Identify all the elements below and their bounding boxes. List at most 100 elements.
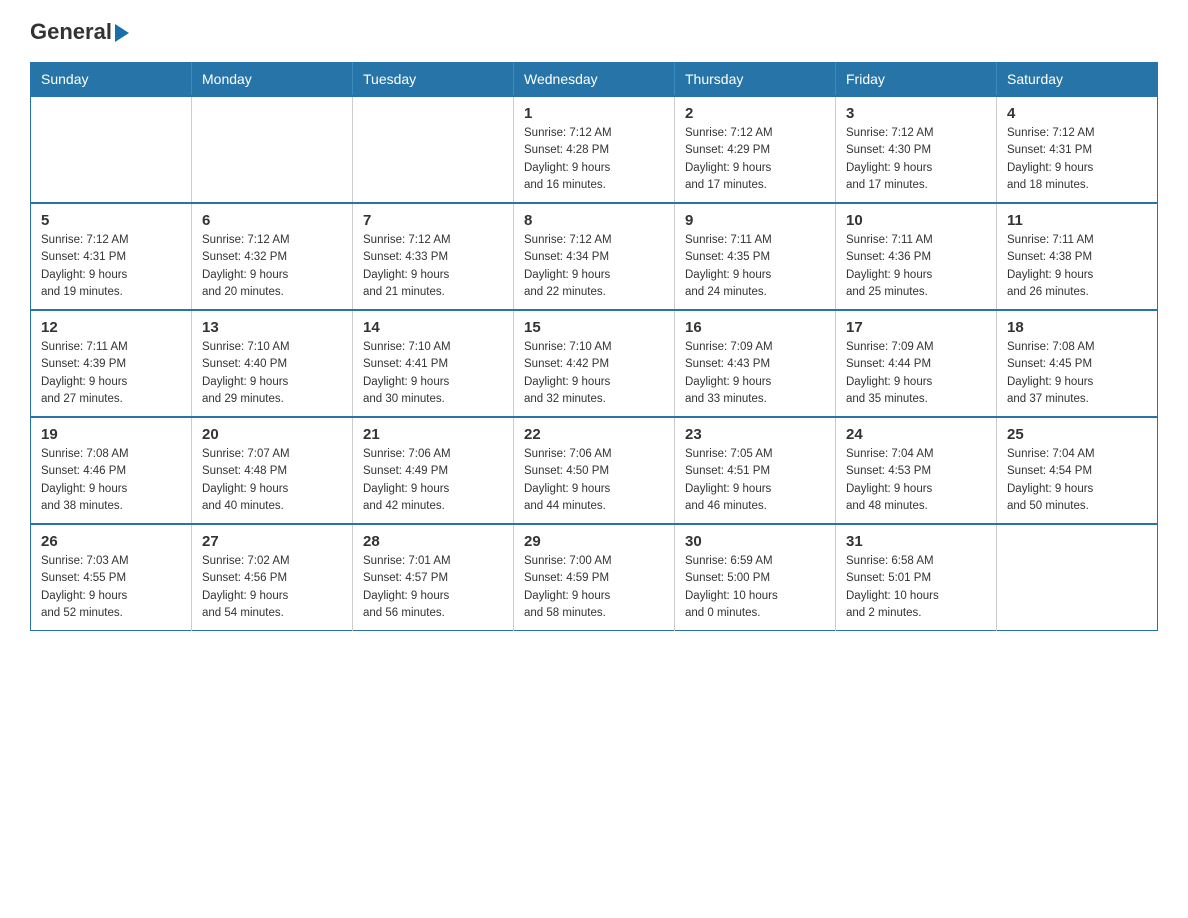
logo-general-text: General <box>30 20 129 44</box>
day-number: 21 <box>363 426 503 443</box>
day-info: Sunrise: 7:02 AMSunset: 4:56 PMDaylight:… <box>202 553 342 622</box>
calendar-day-12: 12Sunrise: 7:11 AMSunset: 4:39 PMDayligh… <box>31 310 192 417</box>
day-info: Sunrise: 6:59 AMSunset: 5:00 PMDaylight:… <box>685 553 825 622</box>
day-number: 8 <box>524 212 664 229</box>
calendar-empty-cell <box>31 96 192 203</box>
day-info: Sunrise: 7:09 AMSunset: 4:43 PMDaylight:… <box>685 339 825 408</box>
day-info: Sunrise: 7:07 AMSunset: 4:48 PMDaylight:… <box>202 446 342 515</box>
day-number: 1 <box>524 105 664 122</box>
calendar-day-15: 15 Sunrise: 7:10 AMSunset: 4:42 PMDayligh… <box>514 310 675 417</box>
day-number: 4 <box>1007 105 1147 122</box>
calendar-empty-cell <box>192 96 353 203</box>
logo: General <box>30 20 129 44</box>
day-number: 5 <box>41 212 181 229</box>
day-number: 15 <box>524 319 664 336</box>
day-number: 12 <box>41 319 181 336</box>
day-info: Sunrise: 7:06 AMSunset: 4:49 PMDaylight:… <box>363 446 503 515</box>
day-info: Sunrise: 7:09 AMSunset: 4:44 PMDaylight:… <box>846 339 986 408</box>
calendar-week-row: 1 Sunrise: 7:12 AMSunset: 4:28 PMDaylight… <box>31 96 1158 203</box>
calendar-day-14: 14 Sunrise: 7:10 AMSunset: 4:41 PMDayligh… <box>353 310 514 417</box>
day-number: 25 <box>1007 426 1147 443</box>
day-number: 17 <box>846 319 986 336</box>
day-number: 29 <box>524 533 664 550</box>
weekday-header-wednesday: Wednesday <box>514 63 675 97</box>
calendar-day-16: 16 Sunrise: 7:09 AMSunset: 4:43 PMDayligh… <box>675 310 836 417</box>
day-number: 3 <box>846 105 986 122</box>
calendar-day-10: 10Sunrise: 7:11 AMSunset: 4:36 PMDayligh… <box>836 203 997 310</box>
calendar-day-20: 20Sunrise: 7:07 AMSunset: 4:48 PMDayligh… <box>192 417 353 524</box>
day-number: 16 <box>685 319 825 336</box>
day-number: 26 <box>41 533 181 550</box>
day-number: 7 <box>363 212 503 229</box>
day-number: 19 <box>41 426 181 443</box>
day-number: 22 <box>524 426 664 443</box>
calendar-day-9: 9 Sunrise: 7:11 AMSunset: 4:35 PMDaylight… <box>675 203 836 310</box>
calendar-day-17: 17 Sunrise: 7:09 AMSunset: 4:44 PMDayligh… <box>836 310 997 417</box>
weekday-header-saturday: Saturday <box>997 63 1158 97</box>
day-info: Sunrise: 7:10 AMSunset: 4:41 PMDaylight:… <box>363 339 503 408</box>
day-info: Sunrise: 7:12 AMSunset: 4:28 PMDaylight:… <box>524 125 664 194</box>
day-info: Sunrise: 7:10 AMSunset: 4:42 PMDaylight:… <box>524 339 664 408</box>
day-number: 2 <box>685 105 825 122</box>
day-info: Sunrise: 7:12 AMSunset: 4:31 PMDaylight:… <box>1007 125 1147 194</box>
day-number: 13 <box>202 319 342 336</box>
day-info: Sunrise: 7:01 AMSunset: 4:57 PMDaylight:… <box>363 553 503 622</box>
weekday-header-friday: Friday <box>836 63 997 97</box>
calendar-day-30: 30 Sunrise: 6:59 AMSunset: 5:00 PMDayligh… <box>675 524 836 631</box>
day-number: 6 <box>202 212 342 229</box>
calendar-day-27: 27Sunrise: 7:02 AMSunset: 4:56 PMDayligh… <box>192 524 353 631</box>
day-info: Sunrise: 7:08 AMSunset: 4:45 PMDaylight:… <box>1007 339 1147 408</box>
calendar-day-31: 31Sunrise: 6:58 AMSunset: 5:01 PMDayligh… <box>836 524 997 631</box>
day-info: Sunrise: 7:05 AMSunset: 4:51 PMDaylight:… <box>685 446 825 515</box>
calendar-day-23: 23 Sunrise: 7:05 AMSunset: 4:51 PMDayligh… <box>675 417 836 524</box>
calendar-day-21: 21 Sunrise: 7:06 AMSunset: 4:49 PMDayligh… <box>353 417 514 524</box>
day-info: Sunrise: 7:00 AMSunset: 4:59 PMDaylight:… <box>524 553 664 622</box>
calendar-day-1: 1 Sunrise: 7:12 AMSunset: 4:28 PMDaylight… <box>514 96 675 203</box>
day-info: Sunrise: 7:08 AMSunset: 4:46 PMDaylight:… <box>41 446 181 515</box>
day-info: Sunrise: 7:10 AMSunset: 4:40 PMDaylight:… <box>202 339 342 408</box>
calendar-day-8: 8Sunrise: 7:12 AMSunset: 4:34 PMDaylight… <box>514 203 675 310</box>
weekday-header-sunday: Sunday <box>31 63 192 97</box>
day-info: Sunrise: 7:12 AMSunset: 4:32 PMDaylight:… <box>202 232 342 301</box>
day-number: 24 <box>846 426 986 443</box>
calendar-week-row: 5 Sunrise: 7:12 AMSunset: 4:31 PMDaylight… <box>31 203 1158 310</box>
calendar-day-7: 7 Sunrise: 7:12 AMSunset: 4:33 PMDaylight… <box>353 203 514 310</box>
calendar-empty-cell <box>353 96 514 203</box>
day-info: Sunrise: 7:11 AMSunset: 4:38 PMDaylight:… <box>1007 232 1147 301</box>
calendar-day-29: 29 Sunrise: 7:00 AMSunset: 4:59 PMDayligh… <box>514 524 675 631</box>
calendar-week-row: 19 Sunrise: 7:08 AMSunset: 4:46 PMDayligh… <box>31 417 1158 524</box>
calendar-header-row: SundayMondayTuesdayWednesdayThursdayFrid… <box>31 63 1158 97</box>
page-header: General <box>30 20 1158 44</box>
calendar-day-13: 13 Sunrise: 7:10 AMSunset: 4:40 PMDayligh… <box>192 310 353 417</box>
day-number: 18 <box>1007 319 1147 336</box>
calendar-empty-cell <box>997 524 1158 631</box>
weekday-header-monday: Monday <box>192 63 353 97</box>
calendar-day-3: 3 Sunrise: 7:12 AMSunset: 4:30 PMDaylight… <box>836 96 997 203</box>
weekday-header-thursday: Thursday <box>675 63 836 97</box>
calendar-day-19: 19 Sunrise: 7:08 AMSunset: 4:46 PMDayligh… <box>31 417 192 524</box>
day-number: 14 <box>363 319 503 336</box>
day-number: 30 <box>685 533 825 550</box>
day-info: Sunrise: 7:04 AMSunset: 4:54 PMDaylight:… <box>1007 446 1147 515</box>
day-info: Sunrise: 7:11 AMSunset: 4:35 PMDaylight:… <box>685 232 825 301</box>
day-number: 10 <box>846 212 986 229</box>
day-info: Sunrise: 7:12 AMSunset: 4:31 PMDaylight:… <box>41 232 181 301</box>
calendar-week-row: 12Sunrise: 7:11 AMSunset: 4:39 PMDayligh… <box>31 310 1158 417</box>
day-info: Sunrise: 7:12 AMSunset: 4:33 PMDaylight:… <box>363 232 503 301</box>
day-info: Sunrise: 7:12 AMSunset: 4:29 PMDaylight:… <box>685 125 825 194</box>
calendar-day-18: 18 Sunrise: 7:08 AMSunset: 4:45 PMDayligh… <box>997 310 1158 417</box>
calendar-day-28: 28 Sunrise: 7:01 AMSunset: 4:57 PMDayligh… <box>353 524 514 631</box>
day-number: 23 <box>685 426 825 443</box>
calendar-day-25: 25 Sunrise: 7:04 AMSunset: 4:54 PMDayligh… <box>997 417 1158 524</box>
day-number: 9 <box>685 212 825 229</box>
weekday-header-tuesday: Tuesday <box>353 63 514 97</box>
calendar-day-6: 6 Sunrise: 7:12 AMSunset: 4:32 PMDaylight… <box>192 203 353 310</box>
day-info: Sunrise: 7:03 AMSunset: 4:55 PMDaylight:… <box>41 553 181 622</box>
day-info: Sunrise: 7:12 AMSunset: 4:30 PMDaylight:… <box>846 125 986 194</box>
calendar-day-22: 22Sunrise: 7:06 AMSunset: 4:50 PMDayligh… <box>514 417 675 524</box>
calendar-day-5: 5 Sunrise: 7:12 AMSunset: 4:31 PMDaylight… <box>31 203 192 310</box>
calendar-day-4: 4 Sunrise: 7:12 AMSunset: 4:31 PMDaylight… <box>997 96 1158 203</box>
day-number: 28 <box>363 533 503 550</box>
calendar-day-24: 24Sunrise: 7:04 AMSunset: 4:53 PMDayligh… <box>836 417 997 524</box>
calendar-week-row: 26 Sunrise: 7:03 AMSunset: 4:55 PMDayligh… <box>31 524 1158 631</box>
